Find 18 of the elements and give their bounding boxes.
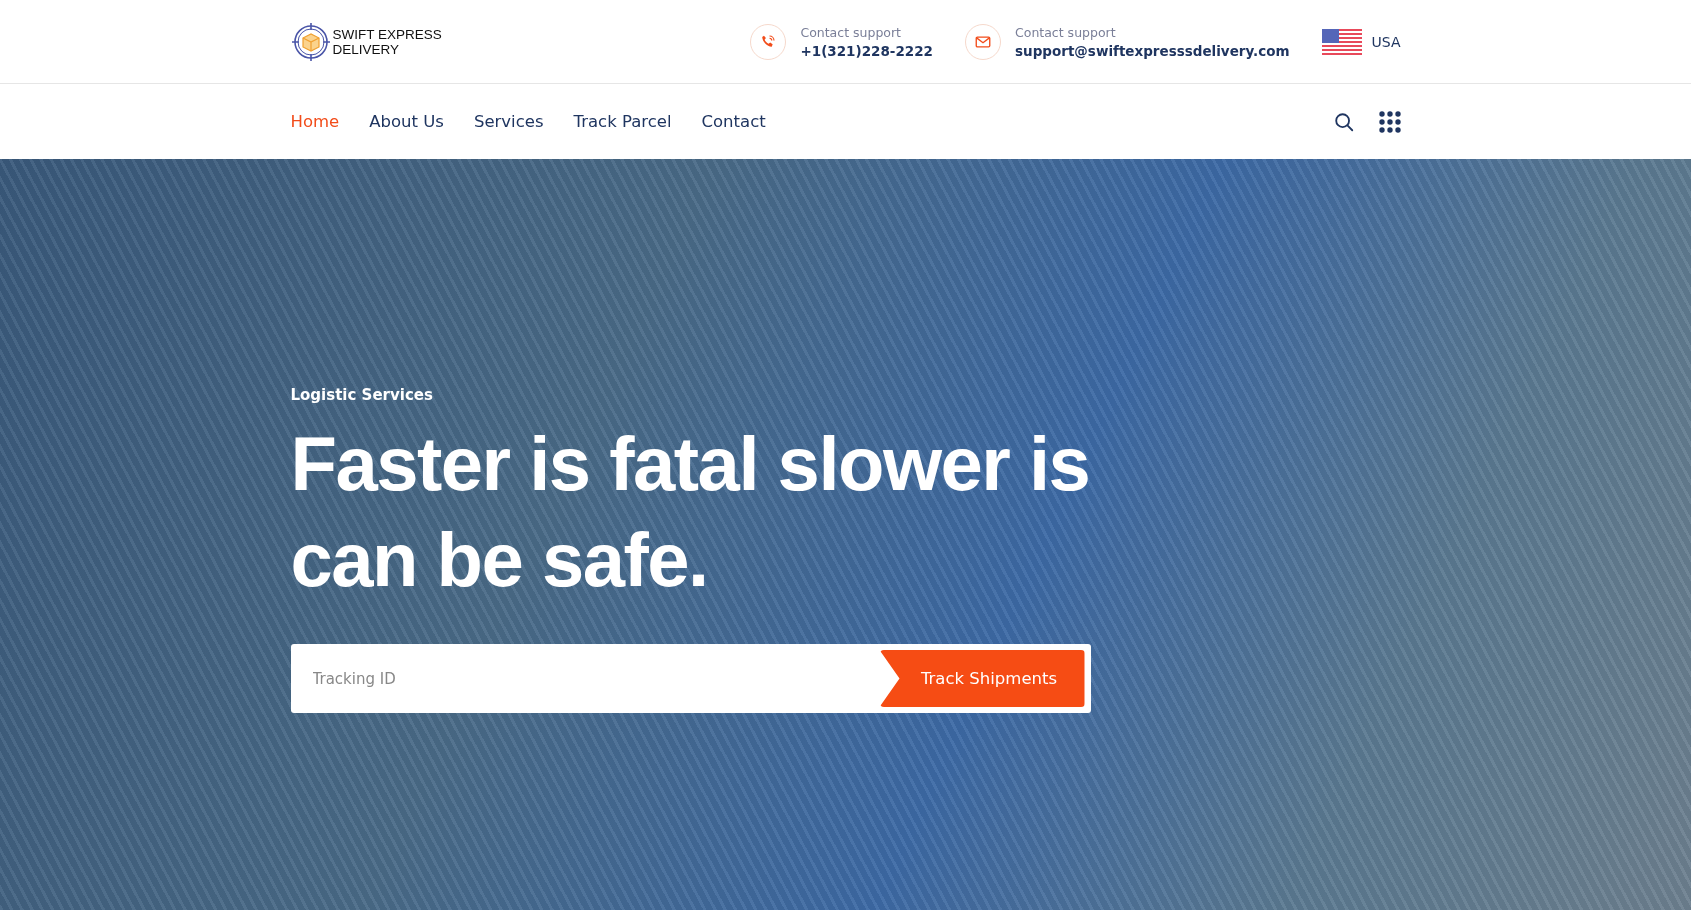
nav-link[interactable]: Services (473, 112, 544, 131)
nav-link[interactable]: Contact (701, 112, 766, 131)
nav-link[interactable]: Home (290, 112, 340, 131)
logo-icon (290, 21, 331, 62)
track-shipments-button[interactable]: Track Shipments (879, 650, 1085, 707)
search-icon[interactable] (1332, 110, 1355, 133)
logo-text[interactable]: SWIFT EXPRESS DELIVERY (332, 26, 442, 57)
hero-headline: Faster is fatal slower is can be safe. (290, 420, 1091, 604)
grid-menu-icon[interactable] (1378, 110, 1401, 133)
nav-link[interactable]: Track Parcel (573, 112, 672, 131)
email-link[interactable]: support@swiftexpresssdelivery.com (1015, 42, 1290, 59)
language-label[interactable]: USA (1371, 33, 1401, 50)
nav-link[interactable]: About Us (369, 112, 444, 131)
flag-icon[interactable] (1321, 28, 1362, 55)
hero-eyebrow: Logistic Services (290, 386, 434, 404)
phone-link[interactable]: +1(321)228-2222 (800, 42, 933, 59)
contact-label: Contact support (1015, 24, 1117, 40)
contact-label: Contact support (800, 24, 903, 40)
